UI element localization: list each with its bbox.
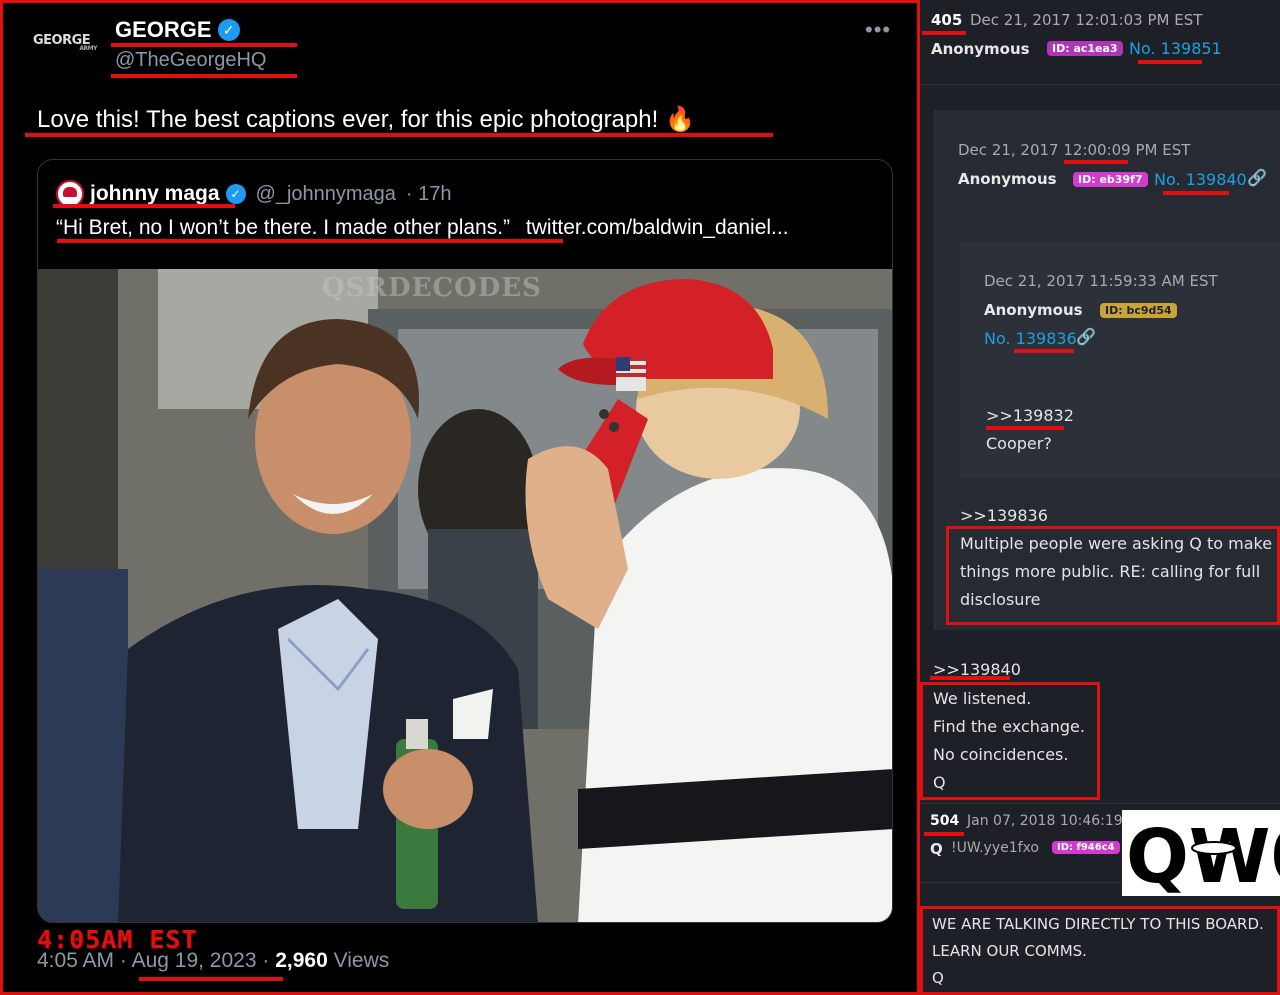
underline bbox=[986, 426, 1064, 430]
underline bbox=[930, 676, 1010, 680]
post-body: Multiple people were asking Q to make th… bbox=[960, 534, 1273, 609]
divider bbox=[920, 803, 1280, 804]
divider bbox=[960, 374, 1280, 375]
poster-id-badge[interactable]: ID: f946c4 bbox=[1052, 841, 1120, 854]
divider bbox=[920, 84, 1280, 85]
post-number[interactable]: 504 bbox=[930, 813, 959, 829]
quoted-text: “Hi Bret, no I won’t be there. I made ot… bbox=[56, 216, 511, 239]
tweet-footer: 4:05 AM · Aug 19, 2023 · 2,960 Views bbox=[37, 949, 390, 972]
qwo-logo: QW0 bbox=[1122, 810, 1280, 900]
post-number[interactable]: 405 bbox=[931, 11, 962, 29]
tweet-time[interactable]: 4:05 AM bbox=[37, 949, 114, 972]
quoted-tweet-text: “Hi Bret, no I won’t be there. I made ot… bbox=[56, 216, 789, 240]
poster-name: Q bbox=[930, 840, 943, 858]
post-body: Cooper? bbox=[986, 434, 1052, 453]
underline bbox=[924, 832, 964, 836]
poster-id-badge[interactable]: ID: ac1ea3 bbox=[1047, 41, 1123, 56]
author-name[interactable]: GEORGE ✓ bbox=[115, 17, 240, 43]
underline bbox=[53, 204, 235, 208]
tweet-panel: GEORGE ARMY GEORGE ✓ @TheGeorgeHQ ••• Lo… bbox=[0, 0, 920, 995]
poster-name: Anonymous bbox=[958, 170, 1057, 188]
views-count: 2,960 bbox=[275, 949, 328, 972]
views-label: Views bbox=[333, 949, 390, 972]
quoted-author-handle[interactable]: @_johnnymaga bbox=[256, 183, 396, 206]
verified-icon: ✓ bbox=[225, 184, 246, 204]
quoted-tweet-age: · 17h bbox=[405, 182, 452, 205]
tripcode: !UW.yye1fxo bbox=[951, 840, 1039, 856]
tweet-date[interactable]: Aug 19, 2023 bbox=[132, 949, 257, 972]
post-link[interactable]: No. 139851 bbox=[1129, 39, 1222, 58]
link-icon[interactable]: 🔗 bbox=[1076, 327, 1096, 346]
verified-icon: ✓ bbox=[217, 19, 240, 41]
underline bbox=[1014, 349, 1074, 353]
post-date: Dec 21, 2017 12:01:03 PM EST bbox=[970, 11, 1203, 29]
poster-name: Anonymous bbox=[931, 40, 1030, 58]
post-body: We listened. Find the exchange. No coinc… bbox=[933, 689, 1085, 792]
post-date: Dec 21, 2017 11:59:33 AM EST bbox=[984, 272, 1218, 290]
tweet-text: Love this! The best captions ever, for t… bbox=[37, 106, 695, 133]
avatar[interactable]: GEORGE ARMY bbox=[33, 33, 98, 63]
author-handle[interactable]: @TheGeorgeHQ bbox=[115, 49, 266, 72]
post-date: Jan 07, 2018 10:46:19 bbox=[967, 813, 1123, 829]
post-link[interactable]: No. 139836 bbox=[984, 329, 1077, 348]
underline bbox=[57, 239, 563, 243]
quoted-link[interactable]: twitter.com/baldwin_daniel... bbox=[526, 216, 789, 239]
poster-id-badge[interactable]: ID: bc9d54 bbox=[1100, 303, 1177, 318]
photo-illustration bbox=[38, 269, 892, 922]
tweet-photo[interactable]: QSRDECODES bbox=[38, 269, 892, 922]
underline bbox=[25, 133, 773, 137]
more-options-icon[interactable]: ••• bbox=[865, 17, 891, 43]
poster-id-badge[interactable]: ID: eb39f7 bbox=[1073, 172, 1148, 187]
underline bbox=[111, 74, 297, 78]
underline bbox=[922, 31, 966, 35]
quoted-author-name[interactable]: johnny maga bbox=[90, 182, 220, 206]
author-name-text: GEORGE bbox=[115, 17, 212, 42]
qwo-text: QW0 bbox=[1126, 814, 1280, 896]
frame-divider bbox=[917, 0, 920, 995]
post-body: WE ARE TALKING DIRECTLY TO THIS BOARD. L… bbox=[932, 915, 1264, 987]
underline bbox=[1138, 60, 1202, 64]
underline bbox=[139, 977, 283, 981]
post-link[interactable]: No. 139840 bbox=[1154, 170, 1247, 189]
link-icon[interactable]: 🔗 bbox=[1247, 168, 1267, 187]
poster-name: Anonymous bbox=[984, 301, 1083, 319]
underline bbox=[1163, 191, 1229, 195]
post-date: Dec 21, 2017 12:00:09 PM EST bbox=[958, 141, 1191, 159]
underline bbox=[1064, 160, 1128, 164]
watermark: QSRDECODES bbox=[322, 273, 542, 303]
quoted-tweet-card[interactable]: johnny maga ✓ @_johnnymaga · 17h “Hi Bre… bbox=[37, 159, 893, 923]
underline bbox=[111, 43, 297, 47]
